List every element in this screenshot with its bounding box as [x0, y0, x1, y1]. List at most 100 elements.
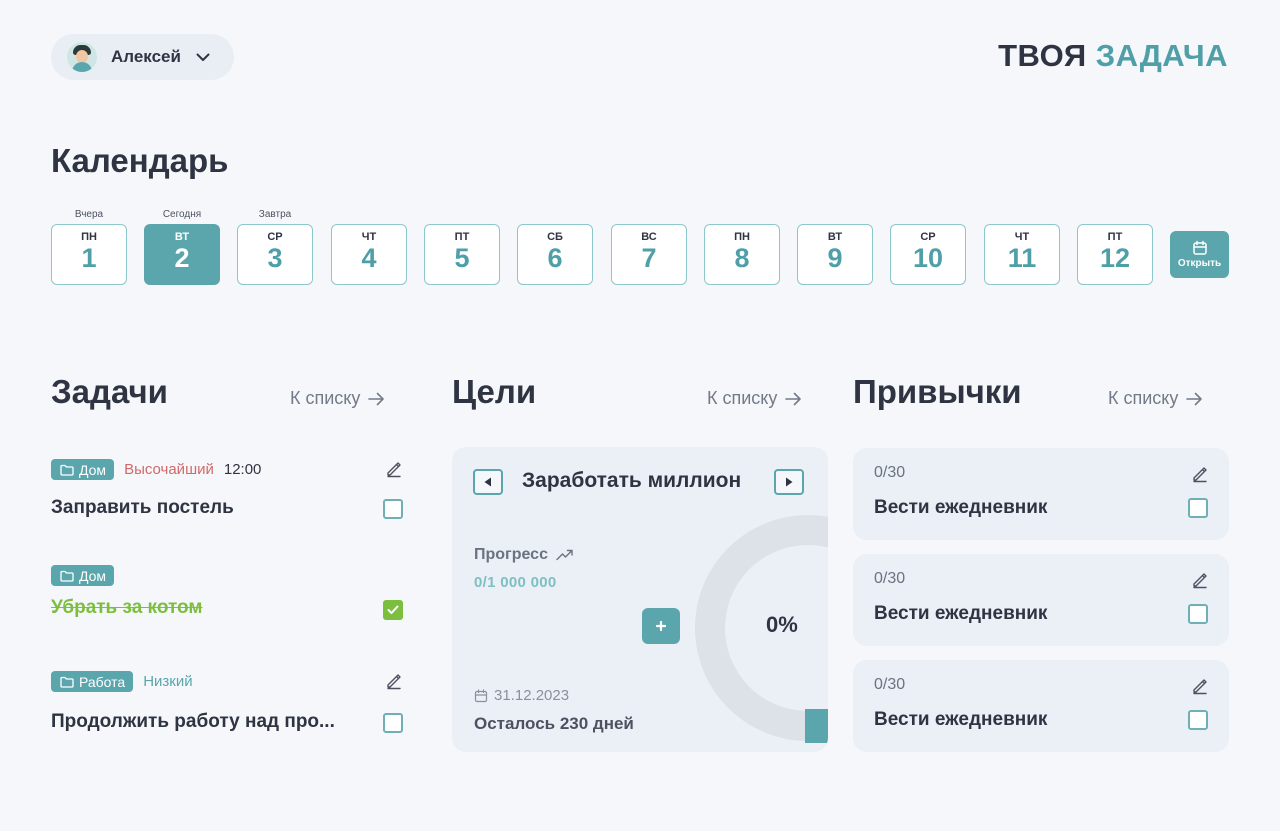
- task-checkbox[interactable]: [383, 499, 403, 519]
- open-calendar-label: Открыть: [1177, 258, 1222, 269]
- task-tag: Дом: [51, 459, 115, 480]
- calendar-day[interactable]: ЧТ 11: [984, 224, 1060, 285]
- app-logo[interactable]: ТВОЯ ЗАДАЧА: [998, 38, 1228, 74]
- edit-pencil-icon[interactable]: [1191, 465, 1209, 483]
- chevron-down-icon: [195, 49, 211, 65]
- task-checkbox[interactable]: [383, 713, 403, 733]
- prev-goal-button[interactable]: [473, 469, 503, 495]
- plus-icon: [656, 621, 666, 631]
- day-number: 7: [641, 243, 657, 273]
- habits-to-list-link[interactable]: К списку: [1108, 388, 1203, 409]
- calendar-day[interactable]: ВС 7: [611, 224, 687, 285]
- task-tag: Работа: [51, 671, 134, 692]
- calendar-strip: Вчера Сегодня Завтра ПН 1 ВТ 2 СР 3 ЧТ 4 ПТ 5…: [51, 206, 1231, 286]
- goal-remaining: Осталось 230 дней: [474, 714, 634, 733]
- progress-label-text: Прогресс: [474, 546, 548, 563]
- calendar-day[interactable]: СБ 6: [517, 224, 593, 285]
- avatar: [67, 42, 97, 72]
- tasks-title: Задачи: [51, 373, 168, 410]
- task-tag-label: Работа: [79, 673, 126, 690]
- habit-card: 0/30 Вести ежедневник: [853, 660, 1229, 752]
- tasks-to-list-link[interactable]: К списку: [290, 388, 385, 409]
- trending-up-icon: [556, 549, 573, 561]
- calendar-icon: [1192, 240, 1207, 255]
- day-number: 9: [827, 243, 843, 273]
- task-priority: Высочайший: [124, 461, 214, 478]
- day-of-week: ПН: [81, 231, 97, 243]
- progress-label: Прогресс: [474, 546, 574, 564]
- calendar-title: Календарь: [51, 142, 229, 179]
- caption-yesterday: Вчера: [74, 209, 104, 220]
- goals-title: Цели: [452, 373, 537, 410]
- day-number: 5: [454, 243, 470, 273]
- habit-count: 0/30: [874, 570, 906, 587]
- triangle-right-icon: [786, 477, 793, 487]
- edit-pencil-icon[interactable]: [1191, 571, 1209, 589]
- day-of-week: СБ: [547, 231, 563, 243]
- progress-value: 0/1 000 000: [474, 574, 557, 591]
- calendar-day[interactable]: ЧТ 4: [331, 224, 407, 285]
- task-title: Заправить постель: [51, 497, 234, 518]
- day-of-week: ЧТ: [361, 231, 377, 243]
- habit-title: Вести ежедневник: [874, 603, 1048, 624]
- task-priority: Низкий: [143, 673, 193, 690]
- day-number: 12: [1099, 243, 1131, 273]
- habit-checkbox[interactable]: [1188, 498, 1208, 518]
- progress-percent: 0%: [766, 612, 798, 637]
- checkmark-icon: [387, 605, 399, 614]
- day-of-week: СР: [920, 231, 936, 243]
- day-number: 1: [81, 243, 97, 273]
- folder-icon: [60, 676, 74, 688]
- user-menu[interactable]: Алексей: [51, 34, 234, 80]
- folder-icon: [60, 570, 74, 582]
- to-list-label: К списку: [290, 388, 361, 408]
- add-progress-button[interactable]: [642, 608, 680, 644]
- edit-pencil-icon[interactable]: [1191, 677, 1209, 695]
- calendar-day[interactable]: ПН 1: [51, 224, 127, 285]
- habit-checkbox[interactable]: [1188, 710, 1208, 730]
- habit-title: Вести ежедневник: [874, 497, 1048, 518]
- day-number: 6: [547, 243, 563, 273]
- next-goal-button[interactable]: [774, 469, 804, 495]
- arrow-right-icon: [785, 392, 802, 405]
- edit-pencil-icon[interactable]: [385, 672, 403, 690]
- calendar-day-selected[interactable]: ВТ 2: [144, 224, 220, 285]
- logo-part1: ТВОЯ: [998, 38, 1087, 73]
- habit-checkbox[interactable]: [1188, 604, 1208, 624]
- day-of-week: ЧТ: [1014, 231, 1030, 243]
- caption-today: Сегодня: [162, 209, 202, 220]
- task-title: Убрать за котом: [51, 597, 203, 618]
- day-of-week: ВТ: [827, 231, 843, 243]
- goals-to-list-link[interactable]: К списку: [707, 388, 802, 409]
- arrow-right-icon: [1186, 392, 1203, 405]
- to-list-label: К списку: [707, 388, 778, 408]
- habit-title: Вести ежедневник: [874, 709, 1048, 730]
- calendar-day[interactable]: ПТ 5: [424, 224, 500, 285]
- edit-pencil-icon[interactable]: [385, 460, 403, 478]
- day-number: 2: [174, 243, 190, 273]
- day-of-week: ВТ: [174, 231, 190, 243]
- open-calendar-button[interactable]: Открыть: [1170, 231, 1229, 278]
- calendar-day[interactable]: ВТ 9: [797, 224, 873, 285]
- habits-title: Привычки: [853, 373, 1022, 410]
- calendar-day[interactable]: СР 3: [237, 224, 313, 285]
- habit-count: 0/30: [874, 464, 906, 481]
- day-number: 11: [1007, 243, 1037, 273]
- task-item: Работа Низкий Продолжить работу над про.…: [51, 671, 403, 737]
- task-tag-label: Дом: [79, 461, 107, 478]
- logo-part2: ЗАДАЧА: [1095, 38, 1228, 73]
- day-of-week: ПТ: [454, 231, 470, 243]
- day-of-week: ВС: [641, 231, 657, 243]
- day-number: 4: [361, 243, 377, 273]
- calendar-day[interactable]: ПТ 12: [1077, 224, 1153, 285]
- calendar-day[interactable]: СР 10: [890, 224, 966, 285]
- task-checkbox-checked[interactable]: [383, 600, 403, 620]
- day-number: 8: [734, 243, 750, 273]
- day-number: 10: [912, 243, 944, 273]
- task-time: 12:00: [223, 461, 262, 478]
- task-item: Дом Убрать за котом: [51, 565, 403, 625]
- calendar-day[interactable]: ПН 8: [704, 224, 780, 285]
- day-number: 3: [267, 243, 283, 273]
- task-item: Дом Высочайший 12:00 Заправить постель: [51, 459, 403, 523]
- habit-card: 0/30 Вести ежедневник: [853, 554, 1229, 646]
